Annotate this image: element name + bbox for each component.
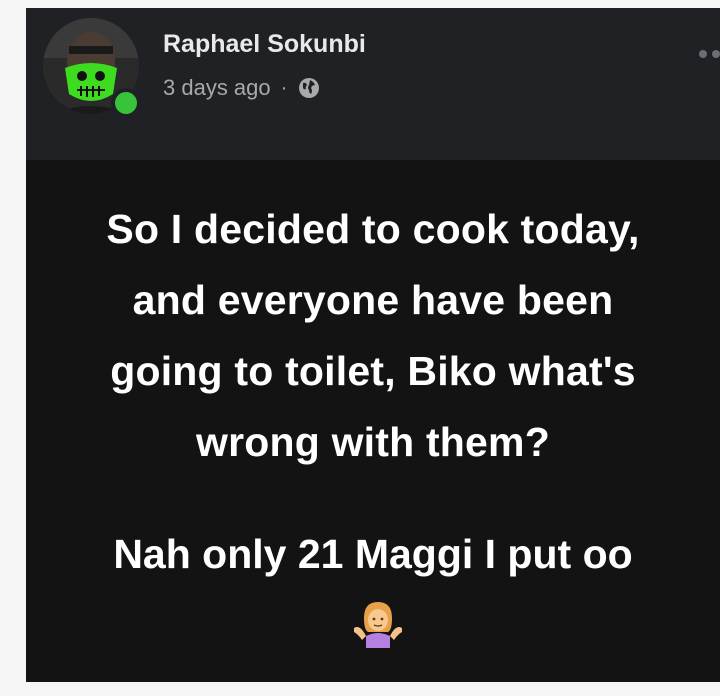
post-text: So I decided to cook today, and everyone… <box>46 194 700 478</box>
more-options-button[interactable] <box>699 50 720 58</box>
author-name[interactable]: Raphael Sokunbi <box>163 30 366 59</box>
post-second-paragraph: Nah only 21 Maggi I put oo <box>113 531 633 577</box>
post-timestamp[interactable]: 3 days ago <box>163 75 271 101</box>
post-text-line: wrong with them? <box>196 419 550 465</box>
globe-icon[interactable] <box>297 76 321 100</box>
post-text-line: and everyone have been <box>132 277 614 323</box>
post-card: Raphael Sokunbi 3 days ago · So I decide… <box>26 8 720 682</box>
post-text-line: going to toilet, Biko what's <box>110 348 636 394</box>
author-avatar[interactable] <box>43 18 141 118</box>
more-dot <box>712 50 720 58</box>
post-body: So I decided to cook today, and everyone… <box>26 160 720 682</box>
post-header: Raphael Sokunbi 3 days ago · <box>26 8 720 160</box>
more-dot <box>699 50 707 58</box>
screenshot-frame: Raphael Sokunbi 3 days ago · So I decide… <box>0 0 720 696</box>
post-meta: 3 days ago · <box>163 75 321 101</box>
person-shrugging-emoji <box>352 598 404 650</box>
post-text-line: So I decided to cook today, <box>106 206 640 252</box>
meta-separator: · <box>280 76 288 99</box>
online-status-indicator <box>111 88 141 118</box>
